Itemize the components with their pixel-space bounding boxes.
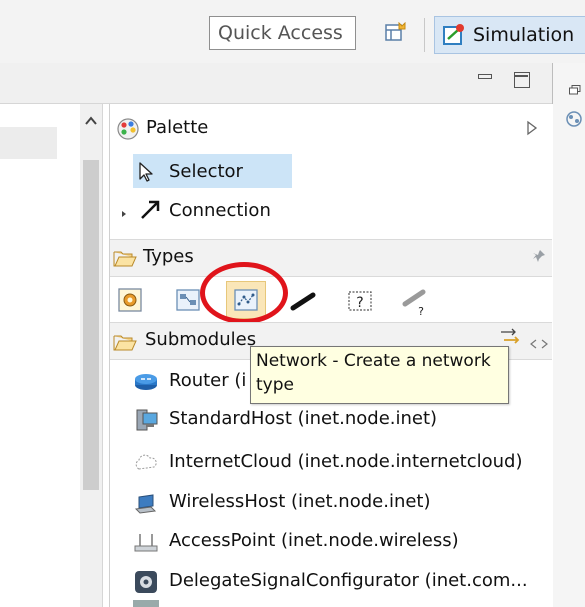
- simulation-perspective-icon: [443, 24, 465, 46]
- simple-module-icon[interactable]: [117, 287, 143, 313]
- channel-icon[interactable]: [290, 288, 316, 314]
- palette-trim-icon[interactable]: [565, 110, 583, 128]
- router-icon: [133, 370, 159, 394]
- tooltip-line-1: Network - Create a network: [256, 351, 491, 371]
- canvas-element[interactable]: [0, 127, 57, 159]
- interface-icon[interactable]: ?: [347, 288, 373, 314]
- submodule-internet-cloud-label: InternetCloud (inet.node.internetcloud): [169, 451, 523, 472]
- canvas-divider: [102, 104, 103, 607]
- configurator-icon: [133, 570, 159, 594]
- standard-host-icon: [133, 408, 159, 432]
- editor-header: [0, 63, 552, 104]
- submodule-router-label: Router (i: [169, 370, 247, 391]
- quick-access-input[interactable]: Quick Access: [209, 16, 356, 50]
- submodule-access-point-label: AccessPoint (inet.node.wireless): [169, 530, 459, 551]
- palette-icon: [116, 117, 140, 141]
- expand-arrow-icon[interactable]: [119, 205, 129, 217]
- connection-arrow-icon[interactable]: [138, 198, 162, 222]
- pin-icon[interactable]: [532, 248, 546, 262]
- network-tooltip: Network - Create a network type: [250, 346, 509, 404]
- connection-label[interactable]: Connection: [169, 198, 271, 224]
- submodule-wireless-host-label: WirelessHost (inet.node.inet): [169, 491, 431, 512]
- channel-interface-icon[interactable]: ?: [402, 286, 428, 318]
- selector-arrow-icon: [137, 161, 157, 183]
- compound-module-icon[interactable]: [175, 287, 201, 313]
- svg-text:?: ?: [418, 305, 424, 316]
- internet-cloud-icon: [133, 451, 159, 475]
- toolbar-separator: [424, 18, 425, 52]
- folder-open-icon: [113, 248, 137, 268]
- submodule-delegate-signal-configurator-label: DelegateSignalConfigurator (inet.com...: [169, 570, 528, 591]
- collapse-arrows-icon[interactable]: [530, 334, 548, 349]
- wireless-host-icon: [133, 491, 159, 515]
- simulation-perspective-label: Simulation: [473, 24, 575, 46]
- tooltip-line-2: type: [256, 375, 294, 395]
- svg-text:?: ?: [356, 295, 363, 311]
- submodule-standard-host-label: StandardHost (inet.node.inet): [169, 408, 438, 429]
- maximize-icon[interactable]: [514, 72, 530, 88]
- scroll-up-icon[interactable]: [84, 112, 98, 125]
- open-perspective-icon[interactable]: [385, 21, 407, 44]
- types-drawer-label: Types: [143, 246, 194, 267]
- access-point-icon: [133, 530, 159, 554]
- editor-canvas[interactable]: [0, 104, 80, 607]
- folder-open-icon: [113, 332, 137, 352]
- minimize-icon[interactable]: [478, 74, 492, 79]
- scrollbar-thumb[interactable]: [83, 160, 99, 490]
- simulation-perspective-button[interactable]: Simulation: [434, 16, 585, 54]
- restore-icon[interactable]: [569, 80, 581, 95]
- palette-title: Palette: [146, 117, 209, 138]
- submodule-next-icon[interactable]: [133, 600, 159, 607]
- right-trim-stack: [553, 63, 585, 607]
- selector-label: Selector: [169, 161, 243, 182]
- submodules-drawer-label: Submodules: [145, 329, 257, 350]
- filter-arrows-icon[interactable]: [498, 327, 522, 347]
- annotation-circle: [200, 262, 288, 324]
- collapse-palette-icon[interactable]: [525, 120, 539, 136]
